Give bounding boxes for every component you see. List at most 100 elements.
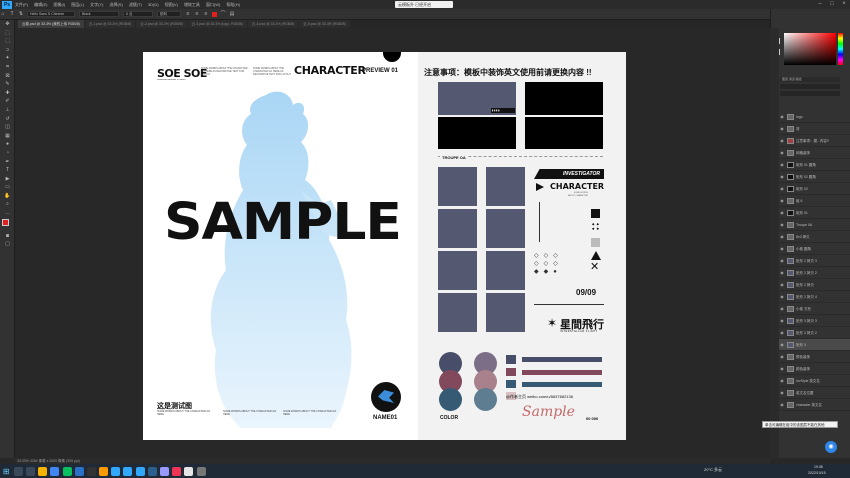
gradient-tool-icon[interactable]: ▦ (0, 132, 15, 141)
pen-tool-icon[interactable]: ✒ (0, 158, 15, 167)
visibility-eye-icon[interactable]: ◉ (779, 279, 785, 290)
blur-tool-icon[interactable]: ● (0, 140, 15, 149)
layer-row[interactable]: ◉ 矩形 2 拷贝 (779, 279, 850, 291)
layer-row[interactable]: ◉ logo (779, 111, 850, 123)
layer-blend-bar[interactable] (780, 91, 840, 96)
crop-tool-icon[interactable]: ⌗ (0, 63, 15, 72)
close-icon[interactable]: × (839, 0, 849, 9)
frame-tool-icon[interactable]: ⊠ (0, 72, 15, 81)
layer-row[interactable]: ◉ 背 (779, 123, 850, 135)
menu-3d[interactable]: 3D(D) (148, 2, 159, 7)
magic-wand-tool-icon[interactable]: ✦ (0, 54, 15, 63)
visibility-eye-icon[interactable]: ◉ (779, 351, 785, 362)
photoshop-taskbar-icon[interactable] (123, 466, 133, 476)
chat-bubble-icon[interactable]: ◉ (825, 441, 837, 453)
move-tool-icon[interactable]: ✥ (0, 20, 15, 29)
layer-row[interactable]: ◉ 组 6 (779, 195, 850, 207)
type-tool-icon[interactable]: T (9, 11, 15, 17)
clock-time[interactable]: 19:38 (814, 465, 823, 469)
visibility-eye-icon[interactable]: ◉ (779, 303, 785, 314)
visibility-eye-icon[interactable]: ◉ (779, 375, 785, 386)
dodge-tool-icon[interactable]: ◔ (0, 149, 15, 158)
hue-slider[interactable] (838, 33, 843, 65)
layer-filter-bar[interactable] (780, 84, 840, 89)
path-select-icon[interactable]: ▶ (0, 175, 15, 184)
screen-mode-icon[interactable]: ▢ (0, 240, 15, 249)
menu-image[interactable]: 图像(I) (53, 2, 65, 8)
layer-row[interactable]: ◉ 矩形 3 (779, 339, 850, 351)
menu-window[interactable]: 窗口(W) (206, 2, 220, 8)
font-size-select[interactable]: 6 点 (123, 11, 153, 17)
visibility-eye-icon[interactable]: ◉ (779, 399, 785, 410)
color-picker-field[interactable] (784, 33, 836, 65)
font-style-select[interactable]: Black (79, 11, 119, 17)
align-center-icon[interactable]: ≡ (194, 11, 200, 17)
visibility-eye-icon[interactable]: ◉ (779, 315, 785, 326)
font-family-select[interactable]: Hello Sans S Chinese (27, 11, 75, 17)
visibility-eye-icon[interactable]: ◉ (779, 387, 785, 398)
layer-row[interactable]: ◉ Troupe 0A (779, 219, 850, 231)
marquee-tool-icon[interactable]: ⬚ (0, 37, 15, 46)
premiere-icon[interactable] (160, 466, 170, 476)
more-tools-icon[interactable]: … (0, 209, 15, 218)
eraser-tool-icon[interactable]: ◫ (0, 123, 15, 132)
photoshop-logo[interactable]: Ps (2, 0, 12, 9)
layer-row[interactable]: ◉ 矩形 2 拷贝 2 (779, 267, 850, 279)
browser-icon[interactable] (50, 466, 60, 476)
menu-file[interactable]: 文件(F) (15, 2, 28, 8)
quick-mask-icon[interactable]: ◙ (0, 232, 15, 241)
stamp-tool-icon[interactable]: ⊥ (0, 106, 15, 115)
visibility-eye-icon[interactable]: ◉ (779, 147, 785, 158)
tab-document-2[interactable]: 云-1.psd @ 33.3% (RGB/8) (84, 20, 136, 28)
text-tool-icon[interactable]: T (0, 166, 15, 175)
text-orientation-icon[interactable]: ⇅ (18, 11, 24, 17)
layer-row[interactable]: ◉ InvStyle 英文名 (779, 375, 850, 387)
layer-row[interactable]: ◉ 矩形 3 拷贝 2 (779, 327, 850, 339)
layer-row[interactable]: ◉ 8x3 拷贝 (779, 231, 850, 243)
visibility-eye-icon[interactable]: ◉ (779, 255, 785, 266)
layers-panel-header[interactable]: 图层 通道 路径 (780, 77, 840, 82)
layer-row[interactable]: ◉ 英文名位置 (779, 387, 850, 399)
visibility-eye-icon[interactable]: ◉ (779, 171, 785, 182)
artboard-left[interactable]: SOE SOE SOESOE DESIGN STUDIO SOME WORDS … (143, 52, 418, 440)
hand-tool-icon[interactable]: ✋ (0, 192, 15, 201)
menu-plugins[interactable]: 增效工具 (184, 2, 200, 8)
photoshop-taskbar-icon[interactable] (135, 466, 145, 476)
wechat-icon[interactable] (62, 466, 72, 476)
menu-layer[interactable]: 图层(L) (71, 2, 84, 8)
layer-row[interactable]: ◉ 矩形 2 拷贝 4 (779, 291, 850, 303)
visibility-eye-icon[interactable]: ◉ (779, 267, 785, 278)
layer-row[interactable]: ◉ 矩形 3 拷贝 3 (779, 315, 850, 327)
taskbar-app-icon[interactable] (184, 466, 194, 476)
layer-row[interactable]: ◉ character 英文名 (779, 399, 850, 411)
visibility-eye-icon[interactable]: ◉ (779, 291, 785, 302)
menu-help[interactable]: 帮助(H) (226, 2, 240, 8)
zoom-tool-icon[interactable]: ⌕ (0, 200, 15, 209)
taskbar-app-icon[interactable] (13, 466, 23, 476)
align-left-icon[interactable]: ≡ (185, 11, 191, 17)
visibility-eye-icon[interactable]: ◉ (779, 243, 785, 254)
taskbar-app-icon[interactable] (147, 466, 157, 476)
visibility-eye-icon[interactable]: ◉ (779, 219, 785, 230)
file-explorer-icon[interactable] (38, 466, 48, 476)
layer-row[interactable]: ◉ 网格装饰 (779, 147, 850, 159)
tab-document-3[interactable]: 云-2.psd @ 33.3% (RGB/8) (136, 20, 187, 28)
visibility-eye-icon[interactable]: ◉ (779, 183, 785, 194)
taskbar-app-icon[interactable] (74, 466, 84, 476)
shape-tool-icon[interactable]: ▭ (0, 183, 15, 192)
layer-row[interactable]: ◉ 矩形 2 拷贝 3 (779, 255, 850, 267)
visibility-eye-icon[interactable]: ◉ (779, 111, 785, 122)
warp-text-icon[interactable]: ⌒ (220, 11, 226, 17)
visibility-eye-icon[interactable]: ◉ (779, 327, 785, 338)
visibility-eye-icon[interactable]: ◉ (779, 135, 785, 146)
windows-start-icon[interactable]: ⊞ (2, 467, 11, 476)
photoshop-taskbar-icon[interactable] (111, 466, 121, 476)
visibility-eye-icon[interactable]: ◉ (779, 195, 785, 206)
taskbar-app-icon[interactable] (25, 466, 35, 476)
visibility-eye-icon[interactable]: ◉ (779, 231, 785, 242)
taskbar-app-icon[interactable] (172, 466, 182, 476)
visibility-eye-icon[interactable]: ◉ (779, 123, 785, 134)
layer-row[interactable]: ◉ 注意事项：模...内容!! (779, 135, 850, 147)
layer-row[interactable]: ◉ 颜色装饰 (779, 351, 850, 363)
visibility-eye-icon[interactable]: ◉ (779, 207, 785, 218)
